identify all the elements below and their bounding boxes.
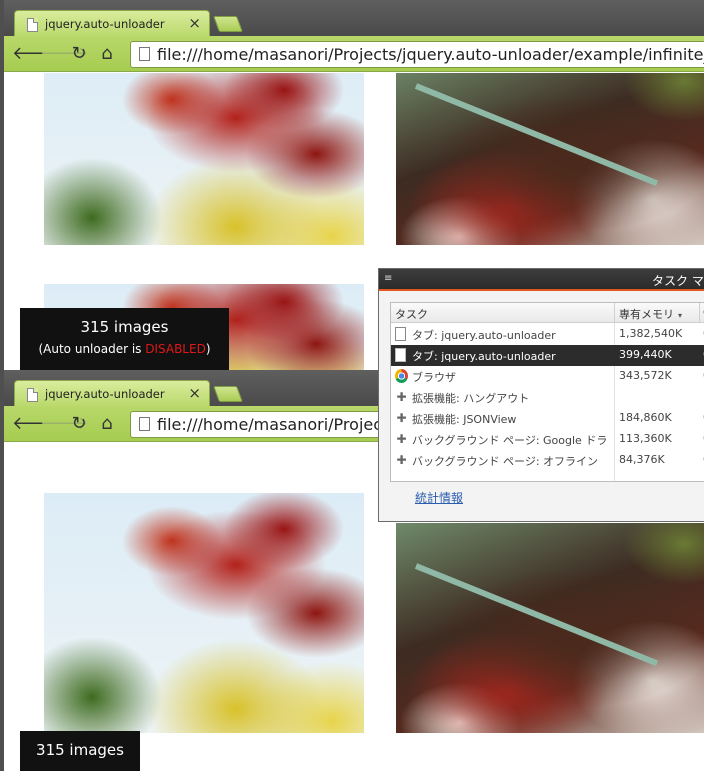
page-favicon-icon <box>27 18 38 32</box>
tab-title: jquery.auto-unloader <box>45 17 165 31</box>
new-tab-button[interactable] <box>213 16 243 32</box>
task-name: タブ: jquery.auto-unloader <box>412 329 556 342</box>
temple-photo <box>396 523 704 733</box>
image-counter-overlay: 315 images (Auto unloader is DISABLED) <box>20 308 229 372</box>
unloader-status: (Auto unloader is DISABLED) <box>38 342 211 356</box>
forward-arrow-icon[interactable]: 🡒 <box>40 43 88 65</box>
task-name: ブラウザ <box>412 371 456 384</box>
image-counter-overlay: 315 images <box>20 731 140 771</box>
roof-edge <box>414 563 659 667</box>
sort-descending-icon: ▾ <box>678 311 683 320</box>
back-arrow-icon[interactable]: 🡐 <box>12 43 60 65</box>
task-manager-titlebar[interactable]: ≡ タスク マ <box>379 269 704 291</box>
task-name: 拡張機能: JSONView <box>412 413 517 426</box>
column-divider[interactable] <box>614 303 615 323</box>
home-icon[interactable]: ⌂ <box>96 413 118 435</box>
task-row[interactable]: ✚拡張機能: JSONView184,860K0 <box>391 408 704 429</box>
page-favicon-icon <box>27 388 38 402</box>
column-header-memory[interactable]: 専有メモリ ▾ <box>619 306 682 322</box>
page-icon <box>139 417 150 431</box>
task-memory: 1,382,540K <box>619 327 683 340</box>
task-row[interactable]: ✚バックグラウンド ページ: Google ドラ113,360K0 <box>391 429 704 450</box>
task-memory: 84,376K <box>619 453 665 466</box>
reload-icon[interactable]: ↻ <box>68 43 90 65</box>
column-divider[interactable] <box>699 303 700 323</box>
tab-close-icon[interactable]: × <box>188 15 201 31</box>
task-row[interactable]: タブ: jquery.auto-unloader399,440K0 <box>391 345 704 366</box>
task-name: バックグラウンド ページ: オフライン <box>412 455 599 468</box>
stats-link[interactable]: 統計情報 <box>415 489 463 506</box>
task-name: バックグラウンド ページ: Google ドラ <box>412 434 608 447</box>
image-count: 315 images <box>80 318 169 336</box>
address-bar-url[interactable]: file:///home/masanori/Projects/jquery.au… <box>157 45 704 64</box>
extension-icon: ✚ <box>396 411 407 425</box>
task-row[interactable]: タブ: jquery.auto-unloader1,382,540K0 <box>391 324 704 345</box>
tab-strip: jquery.auto-unloader × <box>4 0 704 38</box>
task-name: 拡張機能: ハングアウト <box>412 392 530 405</box>
browser-tab[interactable]: jquery.auto-unloader × <box>14 380 210 408</box>
browser-tab[interactable]: jquery.auto-unloader × <box>14 10 210 38</box>
back-arrow-icon[interactable]: 🡐 <box>12 413 60 435</box>
roof-edge <box>414 83 659 187</box>
image-count: 315 images <box>36 741 124 759</box>
page-icon <box>139 47 150 61</box>
task-memory: 399,440K <box>619 348 672 361</box>
reload-icon[interactable]: ↻ <box>68 413 90 435</box>
column-header-task[interactable]: タスク <box>395 306 428 322</box>
extension-icon: ✚ <box>396 453 407 467</box>
address-bar[interactable]: file:///home/masanori/Projects/jquery.au… <box>130 41 704 68</box>
tab-title: jquery.auto-unloader <box>45 387 165 401</box>
extension-icon: ✚ <box>396 432 407 446</box>
task-memory: 113,360K <box>619 432 672 445</box>
status-disabled-label: DISABLED <box>145 342 206 356</box>
chrome-icon <box>395 369 408 383</box>
home-icon[interactable]: ⌂ <box>96 43 118 65</box>
task-name: タブ: jquery.auto-unloader <box>412 350 556 363</box>
maple-photo <box>44 73 364 245</box>
task-table-header: タスク 専有メモリ▾ C <box>391 303 704 323</box>
task-memory: 184,860K <box>619 411 672 424</box>
task-row[interactable]: ✚ 拡張機能: ハングアウト <box>391 387 704 408</box>
maple-photo <box>44 493 364 733</box>
task-table: タスク 専有メモリ▾ C タブ: jquery.auto-unloader 1,3… <box>390 302 704 482</box>
task-row[interactable]: ブラウザ343,572K0 <box>391 366 704 387</box>
browser-toolbar: 🡐 🡒 ↻ ⌂ file:///home/masanori/Projects/j… <box>4 36 704 72</box>
task-row[interactable]: ✚バックグラウンド ページ: オフライン84,376K0 <box>391 450 704 471</box>
new-tab-button[interactable] <box>213 386 243 402</box>
page-icon <box>395 327 406 341</box>
extension-icon: ✚ <box>396 390 407 404</box>
forward-arrow-icon[interactable]: 🡒 <box>40 413 88 435</box>
window-menu-icon[interactable]: ≡ <box>384 273 392 284</box>
task-memory: 343,572K <box>619 369 672 382</box>
task-manager-title: タスク マ <box>652 274 704 288</box>
task-manager-window: ≡ タスク マ タスク 専有メモリ▾ C タブ: jquery.auto-unl… <box>378 268 704 522</box>
page-icon <box>395 348 406 362</box>
tab-close-icon[interactable]: × <box>188 385 201 401</box>
temple-photo <box>396 73 704 245</box>
